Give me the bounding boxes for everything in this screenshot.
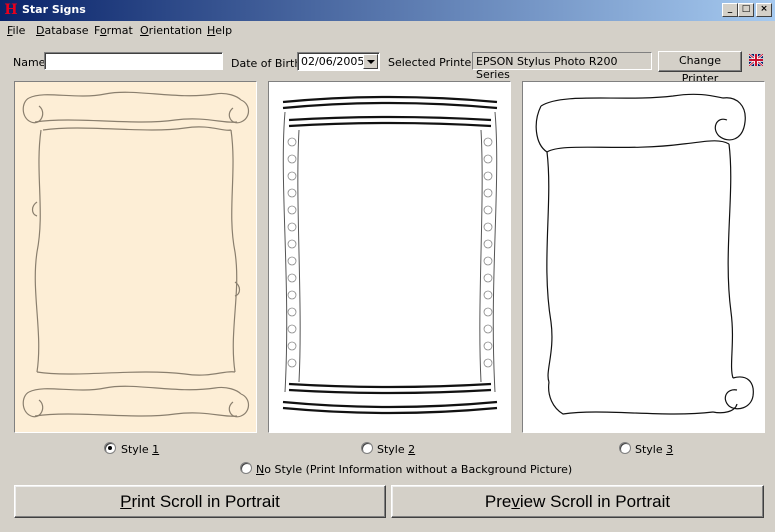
- no-style-label[interactable]: No Style (Print Information without a Ba…: [256, 463, 572, 476]
- menu-database[interactable]: Database: [36, 24, 89, 37]
- app-icon: H: [4, 2, 18, 18]
- window-title: Star Signs: [22, 3, 86, 16]
- change-printer-button[interactable]: Change Printer: [658, 51, 742, 85]
- menu-orientation[interactable]: Orientation: [140, 24, 202, 37]
- menu-file[interactable]: File: [7, 24, 25, 37]
- preview-scroll-button[interactable]: Preview Scroll in Portrait: [391, 485, 764, 518]
- zodiac-ornament: [287, 222, 297, 232]
- no-style-radio[interactable]: [240, 462, 252, 474]
- name-label: Name: [13, 56, 46, 69]
- zodiac-ornament: [483, 137, 493, 147]
- zodiac-ornament: [483, 205, 493, 215]
- scroll-style-1-image: [22, 91, 250, 418]
- scroll-style-2-image: [282, 95, 498, 415]
- style-1-label[interactable]: Style 1: [121, 443, 159, 456]
- zodiac-ornament: [287, 205, 297, 215]
- style-3-label[interactable]: Style 3: [635, 443, 673, 456]
- zodiac-ornament: [287, 273, 297, 283]
- zodiac-ornament: [483, 307, 493, 317]
- style-2-radio[interactable]: [361, 442, 373, 454]
- style-2-preview[interactable]: [268, 81, 511, 433]
- printer-label: Selected Printer: [388, 56, 476, 69]
- print-scroll-button[interactable]: Print Scroll in Portrait: [14, 485, 386, 518]
- scroll-style-3-image: [535, 93, 754, 415]
- zodiac-ornament: [287, 307, 297, 317]
- style-3-preview[interactable]: [522, 81, 765, 433]
- style-1-preview[interactable]: [14, 81, 257, 433]
- close-button[interactable]: ×: [756, 3, 772, 17]
- dob-combobox[interactable]: 02/06/2005: [297, 52, 380, 71]
- zodiac-ornament: [287, 341, 297, 351]
- zodiac-ornament: [287, 137, 297, 147]
- maximize-button[interactable]: □: [738, 3, 754, 17]
- zodiac-ornament: [287, 171, 297, 181]
- uk-flag-icon[interactable]: [749, 54, 763, 66]
- zodiac-ornament: [287, 154, 297, 164]
- name-input[interactable]: [44, 52, 223, 70]
- zodiac-ornament: [287, 358, 297, 368]
- zodiac-ornament: [483, 324, 493, 334]
- zodiac-ornament: [483, 239, 493, 249]
- zodiac-ornament: [483, 341, 493, 351]
- zodiac-ornament: [483, 171, 493, 181]
- printer-display: EPSON Stylus Photo R200 Series: [472, 52, 652, 81]
- zodiac-ornament: [483, 290, 493, 300]
- style-3-radio[interactable]: [619, 442, 631, 454]
- title-bar: H Star Signs _ □ ×: [0, 0, 775, 21]
- zodiac-ornament: [287, 256, 297, 266]
- zodiac-ornament: [287, 239, 297, 249]
- zodiac-ornament: [287, 324, 297, 334]
- style-2-label[interactable]: Style 2: [377, 443, 415, 456]
- zodiac-ornament: [287, 290, 297, 300]
- style-1-radio[interactable]: [104, 442, 116, 454]
- zodiac-ornament: [483, 222, 493, 232]
- menu-format[interactable]: Format: [94, 24, 133, 37]
- menu-bar: File Database Format Orientation Help: [0, 21, 775, 40]
- chevron-down-icon[interactable]: [363, 54, 378, 69]
- zodiac-ornament: [483, 358, 493, 368]
- zodiac-ornament: [483, 188, 493, 198]
- zodiac-ornament: [287, 188, 297, 198]
- zodiac-ornament: [483, 256, 493, 266]
- zodiac-ornament: [483, 154, 493, 164]
- zodiac-ornament: [483, 273, 493, 283]
- menu-help[interactable]: Help: [207, 24, 232, 37]
- dob-label: Date of Birth: [231, 57, 302, 70]
- minimize-button[interactable]: _: [722, 3, 738, 17]
